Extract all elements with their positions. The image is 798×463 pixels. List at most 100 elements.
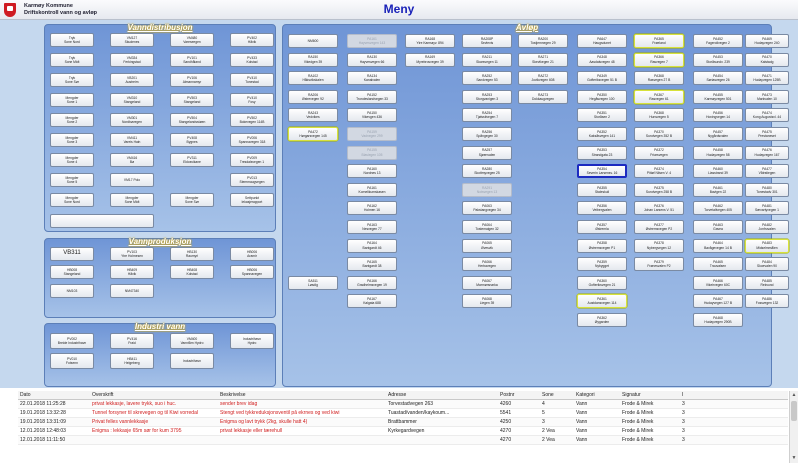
- button-pa365-fr-eland[interactable]: PA365 Frøeland: [634, 34, 684, 48]
- button-pv010-fotsenn[interactable]: PV010 Fotsenn: [50, 353, 94, 369]
- button-pv504-stangelandsst-en[interactable]: PV504 Stangelandsstøen: [170, 113, 214, 127]
- button-pa379-fr-nesvalen-p2[interactable]: PA379 Frønesvalen P2: [634, 257, 684, 272]
- button-pa354-severin-larsensv-16[interactable]: PA354 Severin Larsensv. 16: [577, 164, 627, 179]
- button-pa348-aasdalsvegen-48[interactable]: PA348 Aasdalsvegen 48: [577, 52, 627, 67]
- button-mengder-sone-s-r[interactable]: Mengder Sone Sør: [170, 193, 214, 207]
- button-pv416-fraid[interactable]: PV416 Fraid: [110, 333, 154, 349]
- button-ra134-kanalvalen[interactable]: RA134 Kanalvalen: [347, 71, 397, 86]
- button-pa162-holmen-16[interactable]: PA162 Holmen 16: [347, 201, 397, 216]
- header-kategori[interactable]: Kategori: [574, 392, 620, 398]
- button-mengder-sone-2[interactable]: Mengder Sone 2: [50, 113, 94, 127]
- header-signatur[interactable]: Signatur: [620, 392, 680, 398]
- button-pa457-nyg-rdsvalen[interactable]: PA457 Nygårdsvalen: [693, 127, 743, 141]
- button-pa155-blasiegen-105[interactable]: PA155 Blasiegen 105: [347, 145, 397, 160]
- button-pa465-trauvalsen[interactable]: PA465 Trauvalsen: [693, 257, 743, 272]
- button-pa484-skoevalen-90[interactable]: PA484 Skoevalen 90: [745, 257, 789, 272]
- button-pa372-friarsvegen[interactable]: PA372 Friarsvegen: [634, 145, 684, 160]
- button-mengder-sone-nord[interactable]: Mengder Sone Nord: [50, 193, 94, 207]
- button-pa353-strandgata-23[interactable]: PA353 Strandgata 23: [577, 145, 627, 160]
- button-pa466-vikeirvegen-60c[interactable]: PA466 Vikeirvegen 60C: [693, 275, 743, 290]
- button-pa160-nordnes-13[interactable]: PA160 Nordnes 13: [347, 164, 397, 179]
- button-vm310-stangeland[interactable]: VM310 Stangeland: [110, 93, 154, 107]
- button-pv013-stemmaugvegen[interactable]: PV013 Stemmaugvegen: [230, 173, 274, 187]
- button-pa352-kaks-svegen-141[interactable]: PA352 Kaksåsvegen 141: [577, 127, 627, 141]
- button-pa356-veibergvalen[interactable]: PA356 Veibergvalen: [577, 201, 627, 216]
- button-pa468-hudayvegen-290b[interactable]: PA468 Hudayvegen 290B: [693, 313, 743, 327]
- button-ra252-sandvegen-53[interactable]: RA252 Sandvegen 53: [462, 71, 512, 86]
- scroll-down-icon[interactable]: ▼: [790, 454, 798, 463]
- button-pa377-stremsvegen-p2[interactable]: PA377 Østremsvegen P2: [634, 220, 684, 234]
- button-pa464-bav-gevegen-14-b[interactable]: PA464 Bavågevegen 14 B: [693, 238, 743, 253]
- button-pv408-bygnes[interactable]: PV408 Bygnes: [170, 133, 214, 147]
- button-pa066-herbavegen[interactable]: PA066 Herbavegen: [462, 257, 512, 272]
- button-pa455-karm-yvegen-501[interactable]: PA455 Karmøyvegen 501: [693, 89, 743, 104]
- button-mengder-sone-5[interactable]: Mengder Sone 5: [50, 173, 94, 187]
- button-ra169-myrebrosvegen-39[interactable]: RA169 Myrebrosvegen 39: [405, 52, 455, 67]
- button-vm301-nordb-vegen[interactable]: VM301 Nordbøvegen: [110, 113, 154, 127]
- header-i[interactable]: I: [680, 392, 788, 398]
- button-report[interactable]: [50, 214, 154, 228]
- button-pa349-gofteriksvegen-51-b[interactable]: PA349 Gofteriksvegen 51 B: [577, 71, 627, 86]
- button-pa452-fagerolivegen-2[interactable]: PA452 Fagerolivegen 2: [693, 34, 743, 48]
- button-pa461-bavigen-22[interactable]: PA461 Bavigen 22: [693, 182, 743, 197]
- button-pa362-ygarden[interactable]: PA362 Øygarden: [577, 313, 627, 327]
- button-pa166-gradhelmsvegen-19[interactable]: PA166 Gradhelmsvegen 19: [347, 275, 397, 290]
- button-pa374-pitt-f-nilsen-v-4[interactable]: PA374 Pittøf Nilsen V. 4: [634, 164, 684, 179]
- button-pa367-rasvegen-61[interactable]: PA367 Rasvegen 61: [634, 89, 684, 104]
- button-mengder-sone-4[interactable]: Mengder Sone 4: [50, 153, 94, 167]
- button-pa463-gavea[interactable]: PA463 Gavea: [693, 220, 743, 234]
- table-row[interactable]: 22.01.2018 11:25:28 privat lekkasje, lave…: [18, 400, 788, 409]
- button-tryk-sone-midt[interactable]: Tryk Sone Midt: [50, 53, 94, 67]
- button-hb409-h-vik[interactable]: HB409 Håvik: [110, 265, 154, 279]
- button-pa164-bantgardt-46[interactable]: PA164 Bantgardt 46: [347, 238, 397, 253]
- table-row[interactable]: 19.01.2018 13:31:09 Privat felles vannlek…: [18, 418, 788, 427]
- button-ra206-strevegen-92[interactable]: RA206 Østrevegen 92: [288, 89, 338, 104]
- button-ra256-sp-ngegen-30[interactable]: RA256 Spångegen 30: [462, 127, 512, 141]
- button-ra130-hayvesvegen-66[interactable]: RA130 Hayvesvegen 66: [347, 52, 397, 67]
- header-dato[interactable]: Dato: [18, 392, 90, 398]
- button-industrihavn[interactable]: Industrihavn: [170, 353, 214, 369]
- button-pv009-tresdalsvegen-1[interactable]: PV009 Tresdalsvegen 1: [230, 153, 274, 167]
- button-pa482-jonfruvalen[interactable]: PA482 Jonfruvalen: [745, 220, 789, 234]
- button-ra257-sj-envalen[interactable]: RA257 Sjøenvalen: [462, 145, 512, 160]
- button-pa473-markvalen-10[interactable]: PA473 Markvalen 10: [745, 89, 789, 104]
- button-pv433-kolstad[interactable]: PV433 Kolstad: [230, 53, 274, 67]
- button-ra211-skarsvegen-11[interactable]: RA211 Skarsvegen 11: [462, 52, 512, 67]
- button-pa477-v-trstiegen[interactable]: PA477 Våtrstiegen: [745, 164, 789, 179]
- button-vb201-austreim[interactable]: VB201 Austreim: [110, 73, 154, 87]
- button-hb130-raumyri[interactable]: HB130 Raumyri: [170, 247, 214, 261]
- button-vm400-vannt-rn-hydro[interactable]: VM400 Vanntårn Hydro: [170, 333, 214, 349]
- button-ra273-dokkaugvegen[interactable]: RA273 Dokkaugvegen: [518, 89, 568, 104]
- button-hb006-spannavegen[interactable]: HB006 Spannavegen: [230, 265, 274, 279]
- button-pa163-nesvegen-77[interactable]: PA163 Nesvegen 77: [347, 220, 397, 234]
- button-pa378-nybergvegen-12[interactable]: PA378 Nybergvegen 12: [634, 238, 684, 253]
- button-pa165-bantgardt-38[interactable]: PA165 Bantgardt 38: [347, 257, 397, 272]
- button-pa453-stor-sundv-239[interactable]: PA453 Storåsundv. 239: [693, 52, 743, 67]
- button-pv503-stangeland[interactable]: PV503 Stangeland: [170, 93, 214, 107]
- button-hb411-helgeberg[interactable]: HB411 Helgeberg: [110, 353, 154, 369]
- button-nm103[interactable]: NM103: [50, 284, 94, 298]
- button-pa485-rekvund[interactable]: PA485 Rekvund: [745, 275, 789, 290]
- button-pa470-kalstadg[interactable]: PA470 Kalstadg: [745, 52, 789, 67]
- button-industrihavn-hydro[interactable]: Industrihavn Hydro: [230, 333, 274, 349]
- button-ra168-ytre-karm-yv-894[interactable]: RA168 Ytre Karmøyv. 894: [405, 34, 455, 48]
- button-pa471-hudayvegen-125b[interactable]: PA471 Hudayvegen 125B: [745, 71, 789, 86]
- button-pa161-kornelikumskasen[interactable]: PA161 Kornelikumskasen: [347, 182, 397, 197]
- button-mengder-sone-midt[interactable]: Mengder Sone Midt: [110, 193, 154, 207]
- button-pa361-austdansvegen-114[interactable]: PA361 Austdansvegen 114: [577, 294, 627, 309]
- button-vm17-polo[interactable]: VM17 Polo: [110, 173, 154, 187]
- button-pv006-spannavegen-318[interactable]: PV006 Spannavegen 318: [230, 133, 274, 147]
- button-pa357-stremla[interactable]: PA357 Østremla: [577, 220, 627, 234]
- button-pa376-johan-larsens-v-51[interactable]: PA376 Johan Larsens V. 51: [634, 201, 684, 216]
- button-pa355-staleskuli[interactable]: PA355 Staleskuli: [577, 182, 627, 197]
- table-row[interactable]: 12.01.2018 12:48:03 Enigma : lekkasje 65m…: [18, 427, 788, 436]
- button-pa152-trondeslandvegen-33[interactable]: PA152 Trondeslandvegen 33: [347, 89, 397, 104]
- button-pa486-fossvegen-132[interactable]: PA486 Fossvegen 132: [745, 294, 789, 309]
- button-ra271-skevikegen-21[interactable]: RA271 Skevikegen 21: [518, 52, 568, 67]
- button-mengder-sone-3[interactable]: Mengder Sone 3: [50, 133, 94, 147]
- table-row[interactable]: 12.01.2018 11:11:50 4270 2 Vea Vann Frode & …: [18, 436, 788, 445]
- button-hb408-kolstad[interactable]: HB408 Kolstad: [170, 265, 214, 279]
- button-pv103-ytre-holmesen[interactable]: PV103 Ytre Holmesen: [110, 247, 154, 261]
- table-scrollbar[interactable]: ▲ ▼: [789, 391, 798, 463]
- button-pa472-h-rgarsvegen-145[interactable]: PA472 Hørgarsvegen 145: [288, 127, 338, 141]
